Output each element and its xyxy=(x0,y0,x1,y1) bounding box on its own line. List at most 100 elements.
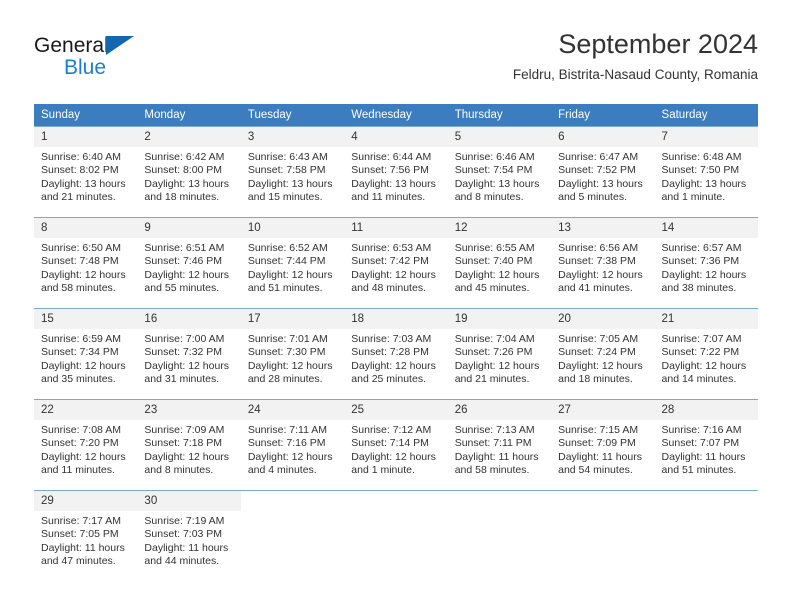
day-number: 29 xyxy=(34,491,138,511)
calendar-day-cell[interactable]: 7 Sunrise: 6:48 AM Sunset: 7:50 PM Daylight… xyxy=(654,126,758,211)
day-cell-content: 4 Sunrise: 6:44 AM Sunset: 7:56 PM Daylight… xyxy=(344,127,448,211)
day-cell-content: 30 Sunrise: 7:19 AM Sunset: 7:03 PM Dayligh… xyxy=(137,491,241,575)
sunrise-text: Sunrise: 6:46 AM xyxy=(454,151,535,163)
calendar-day-cell[interactable]: 26 Sunrise: 7:13 AM Sunset: 7:11 PM Dayligh… xyxy=(447,399,552,484)
day-number: 21 xyxy=(654,309,758,329)
calendar-day-cell xyxy=(654,490,758,575)
day-cell-content: 12 Sunrise: 6:55 AM Sunset: 7:40 PM Dayligh… xyxy=(447,218,552,302)
day-cell-content: 14 Sunrise: 6:57 AM Sunset: 7:36 PM Dayligh… xyxy=(654,218,758,302)
calendar-day-cell[interactable]: 20 Sunrise: 7:05 AM Sunset: 7:24 PM Dayligh… xyxy=(551,308,655,393)
calendar-day-cell[interactable]: 2 Sunrise: 6:42 AM Sunset: 8:00 PM Daylight… xyxy=(137,126,241,211)
calendar-day-cell[interactable]: 13 Sunrise: 6:56 AM Sunset: 7:38 PM Dayligh… xyxy=(551,217,655,302)
daylight-text: Daylight: 12 hours and 4 minutes. xyxy=(247,450,333,477)
calendar-day-cell[interactable]: 27 Sunrise: 7:15 AM Sunset: 7:09 PM Dayligh… xyxy=(551,399,655,484)
daylight-text: Daylight: 13 hours and 1 minute. xyxy=(661,177,747,204)
sunrise-text: Sunrise: 6:52 AM xyxy=(247,242,328,254)
sunset-text: Sunset: 7:20 PM xyxy=(41,437,119,450)
calendar-day-cell[interactable]: 16 Sunrise: 7:00 AM Sunset: 7:32 PM Dayligh… xyxy=(137,308,241,393)
sunrise-text: Sunrise: 7:01 AM xyxy=(247,333,328,345)
calendar-day-cell xyxy=(551,490,655,575)
calendar-day-cell[interactable]: 15 Sunrise: 6:59 AM Sunset: 7:34 PM Dayligh… xyxy=(34,308,138,393)
daylight-text: Daylight: 12 hours and 18 minutes. xyxy=(558,359,643,386)
day-number: 25 xyxy=(344,400,448,420)
calendar-day-cell[interactable]: 9 Sunrise: 6:51 AM Sunset: 7:46 PM Daylight… xyxy=(137,217,241,302)
day-number: 1 xyxy=(34,127,138,147)
sunrise-text: Sunrise: 6:57 AM xyxy=(661,242,742,254)
sunset-text: Sunset: 7:28 PM xyxy=(351,346,429,359)
day-details: Sunrise: 7:05 AM Sunset: 7:24 PM Daylight:… xyxy=(551,329,654,387)
daylight-text: Daylight: 12 hours and 38 minutes. xyxy=(661,268,747,295)
daylight-text: Daylight: 11 hours and 47 minutes. xyxy=(41,541,125,568)
calendar-day-cell[interactable]: 1 Sunrise: 6:40 AM Sunset: 8:02 PM Daylight… xyxy=(34,126,138,211)
day-cell-content: 29 Sunrise: 7:17 AM Sunset: 7:05 PM Dayligh… xyxy=(34,491,138,575)
sunset-text: Sunset: 7:16 PM xyxy=(247,437,326,450)
day-cell-content: 27 Sunrise: 7:15 AM Sunset: 7:09 PM Dayligh… xyxy=(551,400,655,484)
day-number: 26 xyxy=(447,400,552,420)
page-title: September 2024 xyxy=(558,29,758,59)
calendar-body: 1 Sunrise: 6:40 AM Sunset: 8:02 PM Daylight… xyxy=(34,126,758,575)
day-details: Sunrise: 7:12 AM Sunset: 7:14 PM Daylight:… xyxy=(344,420,447,478)
daylight-text: Daylight: 13 hours and 8 minutes. xyxy=(454,177,540,204)
calendar-day-cell[interactable]: 11 Sunrise: 6:53 AM Sunset: 7:42 PM Dayligh… xyxy=(344,217,448,302)
sunset-text: Sunset: 7:18 PM xyxy=(144,437,223,450)
day-details: Sunrise: 6:51 AM Sunset: 7:46 PM Daylight:… xyxy=(137,238,240,296)
calendar-day-cell[interactable]: 6 Sunrise: 6:47 AM Sunset: 7:52 PM Daylight… xyxy=(551,126,655,211)
day-number: 23 xyxy=(137,400,241,420)
calendar-day-cell[interactable]: 24 Sunrise: 7:11 AM Sunset: 7:16 PM Dayligh… xyxy=(240,399,345,484)
day-number: 5 xyxy=(447,127,552,147)
calendar-day-cell[interactable]: 29 Sunrise: 7:17 AM Sunset: 7:05 PM Dayligh… xyxy=(34,490,138,575)
calendar-day-cell[interactable]: 21 Sunrise: 7:07 AM Sunset: 7:22 PM Dayligh… xyxy=(654,308,758,393)
day-number xyxy=(551,491,654,511)
day-cell-content: 19 Sunrise: 7:04 AM Sunset: 7:26 PM Dayligh… xyxy=(447,309,552,393)
day-cell-content: 6 Sunrise: 6:47 AM Sunset: 7:52 PM Daylight… xyxy=(551,127,655,211)
calendar-day-cell[interactable]: 5 Sunrise: 6:46 AM Sunset: 7:54 PM Daylight… xyxy=(447,126,552,211)
calendar-day-cell[interactable]: 14 Sunrise: 6:57 AM Sunset: 7:36 PM Dayligh… xyxy=(654,217,758,302)
calendar-day-cell[interactable]: 30 Sunrise: 7:19 AM Sunset: 7:03 PM Dayligh… xyxy=(137,490,241,575)
daylight-text: Daylight: 13 hours and 15 minutes. xyxy=(247,177,333,204)
day-number: 10 xyxy=(240,218,345,238)
calendar-day-cell[interactable]: 19 Sunrise: 7:04 AM Sunset: 7:26 PM Dayligh… xyxy=(447,308,552,393)
day-number xyxy=(241,491,344,511)
daylight-text: Daylight: 12 hours and 21 minutes. xyxy=(454,359,540,386)
day-number: 15 xyxy=(34,309,138,329)
calendar-day-cell[interactable]: 22 Sunrise: 7:08 AM Sunset: 7:20 PM Dayligh… xyxy=(34,399,138,484)
calendar-day-cell[interactable]: 18 Sunrise: 7:03 AM Sunset: 7:28 PM Dayligh… xyxy=(344,308,448,393)
day-cell-content: 7 Sunrise: 6:48 AM Sunset: 7:50 PM Daylight… xyxy=(654,127,758,211)
day-cell-content: 28 Sunrise: 7:16 AM Sunset: 7:07 PM Dayligh… xyxy=(654,400,758,484)
calendar-day-cell[interactable]: 10 Sunrise: 6:52 AM Sunset: 7:44 PM Dayligh… xyxy=(240,217,345,302)
location-subtitle: Feldru, Bistrita-Nasaud County, Romania xyxy=(512,67,758,82)
day-cell-content xyxy=(344,491,447,575)
sunrise-text: Sunrise: 7:15 AM xyxy=(558,424,639,436)
calendar-day-cell[interactable]: 23 Sunrise: 7:09 AM Sunset: 7:18 PM Dayligh… xyxy=(137,399,241,484)
sunrise-text: Sunrise: 7:17 AM xyxy=(41,515,121,527)
calendar-day-cell[interactable]: 25 Sunrise: 7:12 AM Sunset: 7:14 PM Dayligh… xyxy=(344,399,448,484)
calendar-week-row: 29 Sunrise: 7:17 AM Sunset: 7:05 PM Dayligh… xyxy=(34,490,758,575)
sunrise-text: Sunrise: 7:19 AM xyxy=(144,515,225,527)
sunset-text: Sunset: 8:00 PM xyxy=(144,164,223,177)
sunrise-text: Sunrise: 6:48 AM xyxy=(661,151,742,163)
general-blue-logo[interactable]: General Blue xyxy=(34,34,254,88)
day-details: Sunrise: 7:07 AM Sunset: 7:22 PM Daylight:… xyxy=(655,329,758,387)
day-details: Sunrise: 6:43 AM Sunset: 7:58 PM Daylight:… xyxy=(241,147,344,205)
sunset-text: Sunset: 7:46 PM xyxy=(144,255,223,268)
calendar-day-cell[interactable]: 4 Sunrise: 6:44 AM Sunset: 7:56 PM Daylight… xyxy=(344,126,448,211)
day-number: 4 xyxy=(344,127,448,147)
day-details: Sunrise: 6:42 AM Sunset: 8:00 PM Daylight:… xyxy=(137,147,240,205)
daylight-text: Daylight: 13 hours and 18 minutes. xyxy=(144,177,230,204)
calendar-day-cell xyxy=(240,490,345,575)
daylight-text: Daylight: 12 hours and 48 minutes. xyxy=(351,268,436,295)
daylight-text: Daylight: 11 hours and 54 minutes. xyxy=(558,450,642,477)
day-cell-content: 20 Sunrise: 7:05 AM Sunset: 7:24 PM Dayligh… xyxy=(551,309,655,393)
sunrise-text: Sunrise: 7:00 AM xyxy=(144,333,225,345)
calendar-day-cell[interactable]: 3 Sunrise: 6:43 AM Sunset: 7:58 PM Daylight… xyxy=(240,126,345,211)
day-details: Sunrise: 7:04 AM Sunset: 7:26 PM Daylight:… xyxy=(448,329,551,387)
weekday-header-friday: Friday xyxy=(551,104,655,127)
day-cell-content: 10 Sunrise: 6:52 AM Sunset: 7:44 PM Dayligh… xyxy=(240,218,345,302)
calendar-day-cell[interactable]: 8 Sunrise: 6:50 AM Sunset: 7:48 PM Daylight… xyxy=(34,217,138,302)
day-details: Sunrise: 6:44 AM Sunset: 7:56 PM Daylight:… xyxy=(344,147,447,205)
calendar-day-cell[interactable]: 17 Sunrise: 7:01 AM Sunset: 7:30 PM Dayligh… xyxy=(240,308,345,393)
day-details: Sunrise: 6:46 AM Sunset: 7:54 PM Daylight:… xyxy=(448,147,551,205)
calendar-day-cell[interactable]: 12 Sunrise: 6:55 AM Sunset: 7:40 PM Dayligh… xyxy=(447,217,552,302)
sunset-text: Sunset: 8:02 PM xyxy=(41,164,119,177)
calendar-day-cell[interactable]: 28 Sunrise: 7:16 AM Sunset: 7:07 PM Dayligh… xyxy=(654,399,758,484)
